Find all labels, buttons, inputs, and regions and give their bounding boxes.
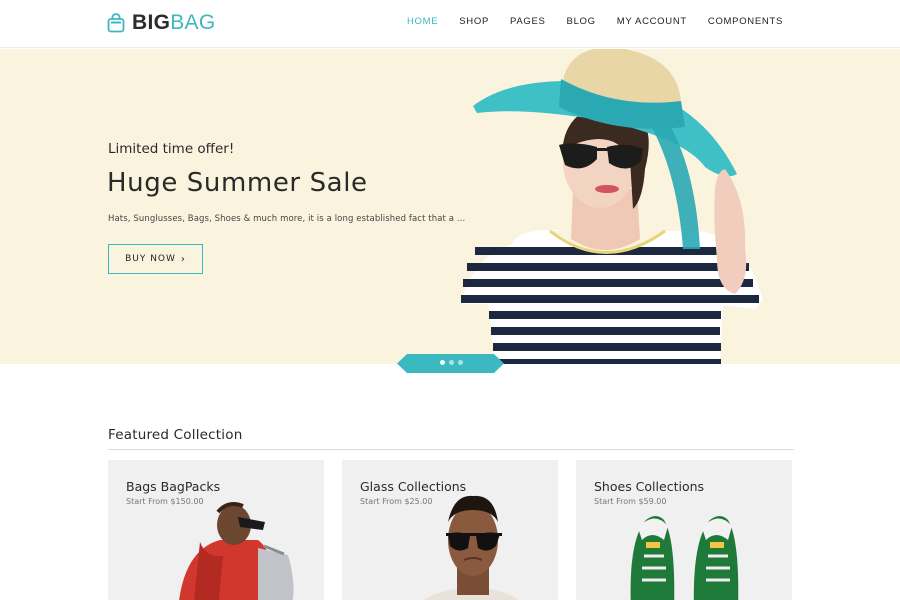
nav-my-account[interactable]: MY ACCOUNT (617, 16, 687, 27)
nav-components[interactable]: COMPONENTS (708, 16, 783, 27)
collection-card-shoes[interactable]: Shoes Collections Start From $59.00 (576, 460, 792, 600)
card-price: Start From $150.00 (126, 497, 204, 506)
hero-pretitle: Limited time offer! (108, 141, 235, 157)
featured-divider (108, 449, 794, 450)
card-title: Glass Collections (360, 479, 467, 494)
nav-pages[interactable]: PAGES (510, 16, 546, 27)
card-title: Bags BagPacks (126, 479, 221, 494)
featured-collection-heading: Featured Collection (108, 427, 243, 443)
slider-dot-1[interactable] (440, 360, 445, 365)
hero-model-image (460, 49, 763, 364)
nav-shop[interactable]: SHOP (459, 16, 489, 27)
main-nav: HOME SHOP PAGES BLOG MY ACCOUNT COMPONEN… (386, 16, 783, 27)
card-price: Start From $59.00 (594, 497, 667, 506)
logo[interactable]: BIG BAG (107, 11, 216, 35)
hero-title: Huge Summer Sale (107, 168, 368, 198)
hero-description: Hats, Sunglusses, Bags, Shoes & much mor… (108, 214, 466, 224)
logo-text-big: BIG (132, 11, 171, 34)
nav-blog[interactable]: BLOG (567, 16, 596, 27)
logo-text-bag: BAG (170, 11, 216, 34)
slider-dot-3[interactable] (458, 360, 463, 365)
site-header: BIG BAG HOME SHOP PAGES BLOG MY ACCOUNT … (0, 0, 900, 48)
chevron-right-icon: › (180, 253, 186, 265)
shopping-bag-icon (107, 13, 125, 33)
buy-now-label: BUY NOW (125, 254, 176, 264)
slider-dot-2[interactable] (449, 360, 454, 365)
card-title: Shoes Collections (594, 479, 705, 494)
nav-home[interactable]: HOME (407, 16, 438, 27)
collection-card-glasses[interactable]: Glass Collections Start From $25.00 (342, 460, 558, 600)
hero-banner: Limited time offer! Huge Summer Sale Hat… (0, 49, 900, 364)
slider-dots (440, 360, 467, 365)
buy-now-button[interactable]: BUY NOW › (108, 244, 203, 274)
card-price: Start From $25.00 (360, 497, 433, 506)
collection-card-bags[interactable]: Bags BagPacks Start From $150.00 (108, 460, 324, 600)
